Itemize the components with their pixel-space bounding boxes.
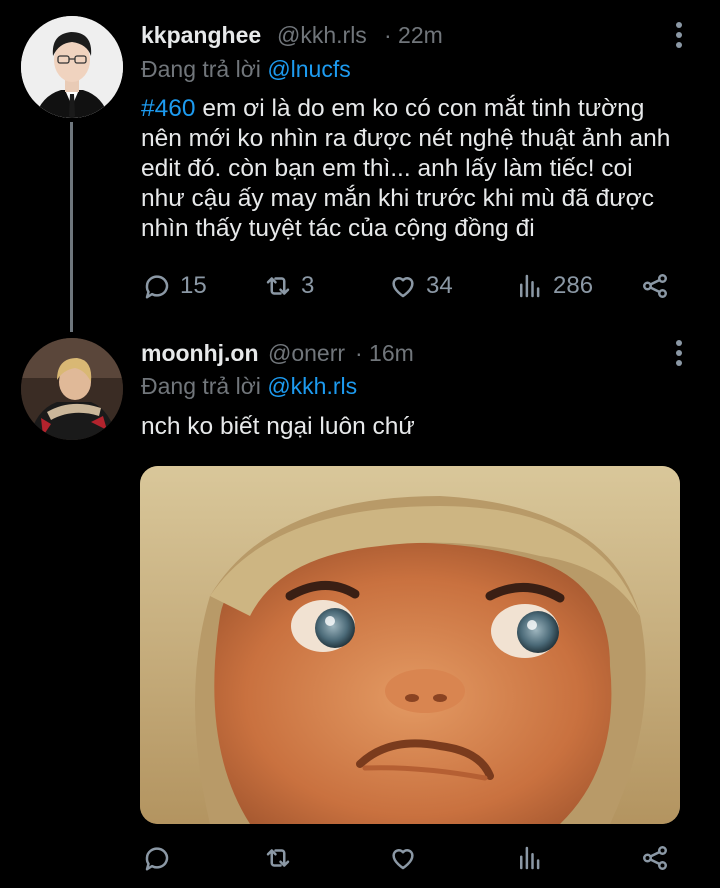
share-icon [643,274,667,298]
reply-button[interactable]: 15 [142,270,207,302]
share-button[interactable] [640,842,670,874]
speech-bubble-icon [145,847,169,871]
tweet-text: nch ko biết ngại luôn chứ [141,413,415,440]
replying-to-mention[interactable]: @kkh.rls [267,373,357,399]
author-name[interactable]: moonhj.on [141,340,259,367]
tweet-text-line-4: như cậu ấy may mắn khi trước khi mù đã đ… [141,185,654,212]
views-count: 286 [553,272,594,299]
avatar-kkpanghee[interactable] [21,16,123,118]
heart-icon [392,849,414,870]
like-button[interactable] [388,842,418,874]
author-handle[interactable]: @onerr [268,340,345,367]
tweet-time[interactable]: · 16m [355,340,414,367]
avatar-moonhj[interactable] [21,338,123,440]
tweet-1[interactable]: kkpanghee @kkh.rls · 22m Đang trả lời @l… [0,0,720,332]
retweet-button[interactable] [263,842,293,874]
tweet-text-line-2: nên mới ko nhìn ra được nét nghệ thuật ả… [141,125,671,152]
reply-count: 15 [180,272,207,299]
tweet-text-line-1: em ơi là do em ko có con mắt tinh tường [195,95,645,122]
author-name[interactable]: kkpanghee [141,22,261,49]
author-handle[interactable]: @kkh.rls [277,22,367,49]
reply-button[interactable] [142,842,172,874]
tweet-media-image[interactable] [140,466,680,824]
tweet-text-line-5: nhìn thấy tuyệt tác của cộng đồng đi [141,215,535,242]
like-count: 34 [426,272,453,299]
bar-chart-icon [520,846,540,870]
tweet-text: #460 em ơi là do em ko có con mắt tinh t… [141,94,701,244]
hashtag-link[interactable]: #460 [141,95,196,122]
retweet-count: 3 [301,272,315,299]
doll-face-photo [140,466,680,824]
retweet-icon [266,277,290,295]
avatar-portrait-image [21,16,123,118]
share-button[interactable] [640,270,670,302]
tweet-time[interactable]: · 22m [384,22,443,49]
replying-to-mention[interactable]: @lnucfs [267,56,350,82]
replying-to: Đang trả lời @kkh.rls [141,373,357,400]
thread-connector-line [70,122,73,332]
replying-to: Đang trả lời @lnucfs [141,56,351,83]
retweet-icon [266,849,290,867]
retweet-button[interactable]: 3 [263,270,314,302]
replying-to-label: Đang trả lời [141,373,261,399]
avatar-person-image [21,338,123,440]
speech-bubble-icon [145,275,169,299]
tweet-text-line-3: edit đó. còn bạn em thì... anh lấy làm t… [141,155,633,182]
bar-chart-icon [520,274,540,298]
views-button[interactable] [515,842,545,874]
replying-to-label: Đang trả lời [141,56,261,82]
like-button[interactable]: 34 [388,270,453,302]
more-options-icon[interactable] [669,22,689,52]
share-icon [643,846,667,870]
heart-icon [392,277,414,298]
views-button[interactable]: 286 [515,270,593,302]
more-options-icon[interactable] [669,340,689,370]
